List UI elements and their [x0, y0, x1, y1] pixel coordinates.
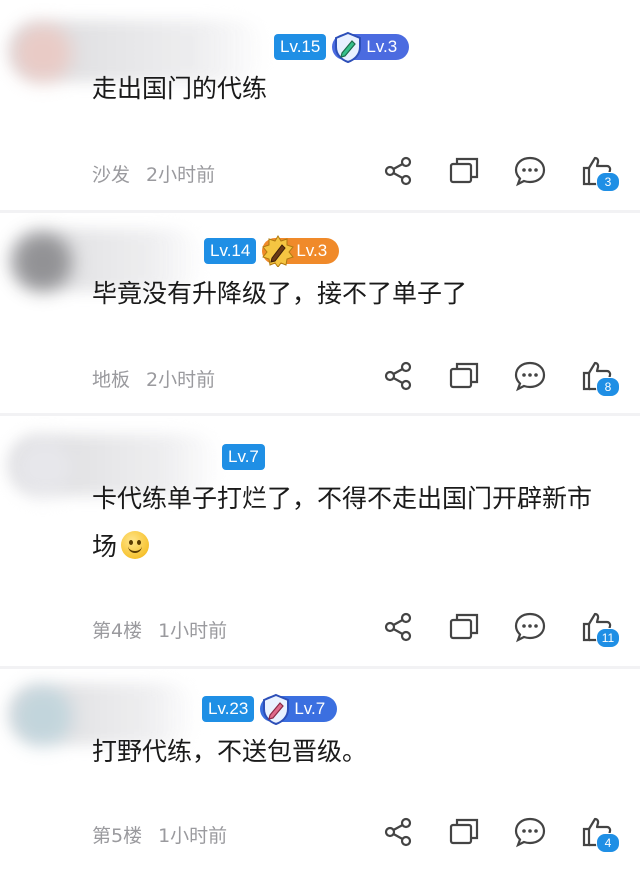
floor-label: 第4楼: [92, 620, 143, 642]
like-button[interactable]: 3: [580, 154, 620, 192]
share-button[interactable]: [381, 154, 415, 188]
comment-icon: [514, 817, 546, 848]
comment-icon: [514, 361, 546, 392]
comment-text-line: 场: [92, 524, 632, 570]
level-badge: Lv.14: [204, 238, 257, 264]
floor-label: 沙发: [92, 164, 131, 186]
comment-text: 走出国门的代练: [92, 74, 268, 103]
comment-meta: 第5楼 1小时前: [92, 821, 227, 848]
reply-button[interactable]: [513, 154, 547, 188]
timestamp: 2小时前: [146, 164, 216, 186]
comment-meta: 沙发 2小时前: [92, 160, 215, 187]
like-count: 8: [596, 377, 620, 397]
share-button[interactable]: [381, 359, 415, 393]
pen-shield-icon: [263, 693, 290, 725]
copy-icon: [449, 362, 479, 389]
user-badges: Lv.7: [222, 443, 265, 471]
like-count: 4: [596, 833, 620, 853]
reply-button[interactable]: [513, 610, 547, 644]
copy-button[interactable]: [447, 154, 481, 188]
user-badges: Lv.23 Lv.7: [202, 693, 338, 725]
medal-badge: Lv.3: [262, 235, 340, 267]
user-badges: Lv.15 Lv.3: [274, 31, 410, 63]
copy-button[interactable]: [447, 815, 481, 849]
copy-button[interactable]: [447, 359, 481, 393]
comment-icon: [514, 156, 546, 187]
comment-card: Lv.14 Lv.3 毕竟没有升降级了，接不了单子了 地板 2小时前 8: [0, 213, 640, 413]
comment-text: 打野代练，不送包晋级。: [92, 737, 368, 766]
comment-text: 卡代练单子打烂了，不得不走出国门开辟新市 场: [92, 476, 632, 570]
share-icon: [384, 361, 412, 391]
comment-text-line: 卡代练单子打烂了，不得不走出国门开辟新市: [92, 484, 593, 513]
floor-label: 第5楼: [92, 825, 143, 847]
comment-card: Lv.23 Lv.7 打野代练，不送包晋级。 第5楼 1小时前 4: [0, 669, 640, 885]
pen-shield-icon: [335, 31, 362, 63]
like-button[interactable]: 4: [580, 815, 620, 853]
comment-icon: [514, 612, 546, 643]
share-icon: [384, 156, 412, 186]
user-badges: Lv.14 Lv.3: [204, 235, 340, 267]
level-badge: Lv.23: [202, 696, 255, 722]
medal-badge: Lv.7: [260, 693, 338, 725]
comment-meta: 第4楼 1小时前: [92, 616, 227, 643]
share-button[interactable]: [381, 610, 415, 644]
share-button[interactable]: [381, 815, 415, 849]
comment-card: Lv.15 Lv.3 走出国门的代练 沙发 2小时前 3: [0, 0, 640, 210]
like-button[interactable]: 11: [580, 610, 620, 648]
medal-badge: Lv.3: [332, 31, 410, 63]
floor-label: 地板: [92, 369, 131, 391]
timestamp: 1小时前: [158, 620, 228, 642]
comment-meta: 地板 2小时前: [92, 365, 215, 392]
timestamp: 1小时前: [158, 825, 228, 847]
like-button[interactable]: 8: [580, 359, 620, 397]
copy-icon: [449, 613, 479, 640]
reply-button[interactable]: [513, 359, 547, 393]
reply-button[interactable]: [513, 815, 547, 849]
level-badge: Lv.7: [222, 444, 265, 470]
comment-card: Lv.7 卡代练单子打烂了，不得不走出国门开辟新市 场 第4楼 1小时前 11: [0, 416, 640, 666]
gold-pen-badge-icon: [262, 235, 295, 267]
comment-text: 毕竟没有升降级了，接不了单子了: [92, 279, 468, 308]
like-count: 3: [596, 172, 620, 192]
copy-icon: [449, 818, 479, 845]
like-count: 11: [596, 628, 620, 648]
timestamp: 2小时前: [146, 369, 216, 391]
share-icon: [384, 817, 412, 847]
smile-emoji: [121, 531, 150, 559]
copy-button[interactable]: [447, 610, 481, 644]
share-icon: [384, 612, 412, 642]
level-badge: Lv.15: [274, 34, 327, 60]
copy-icon: [449, 157, 479, 184]
